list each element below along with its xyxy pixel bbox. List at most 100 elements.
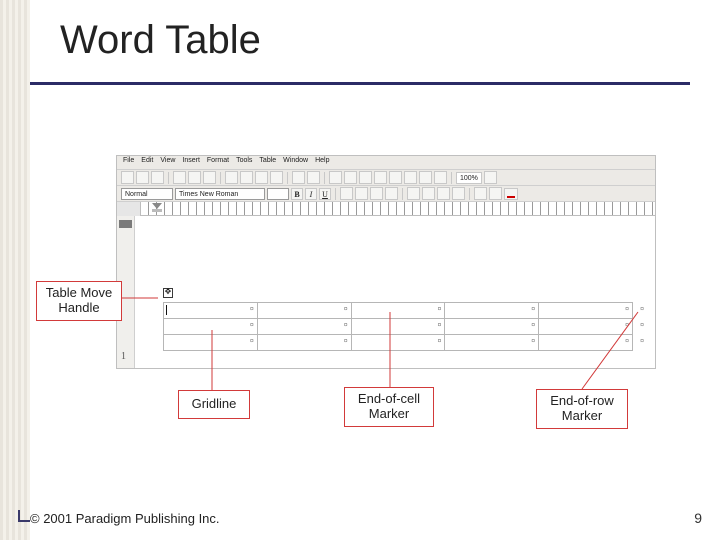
horizontal-ruler[interactable] xyxy=(117,202,655,216)
table-cell[interactable]: ¤¤ xyxy=(539,319,633,335)
table-row[interactable]: ¤ ¤ ¤ ¤ ¤¤ xyxy=(164,303,633,319)
title-rule xyxy=(30,82,690,85)
insert-table-icon[interactable] xyxy=(359,171,372,184)
paste-icon[interactable] xyxy=(255,171,268,184)
increase-indent-icon[interactable] xyxy=(452,187,465,200)
italic-button[interactable]: I xyxy=(305,188,317,200)
menu-help[interactable]: Help xyxy=(315,157,329,169)
table-row[interactable]: ¤ ¤ ¤ ¤ ¤¤ xyxy=(164,335,633,351)
show-hide-icon[interactable] xyxy=(434,171,447,184)
end-of-cell-marker-icon: ¤ xyxy=(250,338,254,345)
justify-icon[interactable] xyxy=(385,187,398,200)
table-cell[interactable]: ¤ xyxy=(351,335,445,351)
menu-insert[interactable]: Insert xyxy=(182,157,200,169)
end-of-cell-marker-icon: ¤ xyxy=(250,306,254,313)
font-dropdown[interactable]: Times New Roman xyxy=(175,188,265,200)
end-of-cell-marker-icon: ¤ xyxy=(531,338,535,345)
print-preview-icon[interactable] xyxy=(188,171,201,184)
table-cell[interactable]: ¤ xyxy=(445,303,539,319)
toolbar-sep xyxy=(402,188,403,200)
callout-end-of-row: End-of-row Marker xyxy=(536,389,628,429)
highlight-icon[interactable] xyxy=(489,187,502,200)
style-dropdown[interactable]: Normal xyxy=(121,188,173,200)
table-cell[interactable]: ¤ xyxy=(164,335,258,351)
menu-table[interactable]: Table xyxy=(259,157,276,169)
decrease-indent-icon[interactable] xyxy=(437,187,450,200)
undo-icon[interactable] xyxy=(292,171,305,184)
redo-icon[interactable] xyxy=(307,171,320,184)
table-cell[interactable]: ¤ xyxy=(257,319,351,335)
page: ¤ ¤ ¤ ¤ ¤¤ ¤ ¤ ¤ ¤ ¤¤ ¤ ¤ ¤ ¤ xyxy=(135,216,655,368)
table-cell[interactable]: ¤ xyxy=(351,303,445,319)
word-table[interactable]: ¤ ¤ ¤ ¤ ¤¤ ¤ ¤ ¤ ¤ ¤¤ ¤ ¤ ¤ ¤ xyxy=(163,302,633,351)
indent-marker-icon[interactable] xyxy=(152,203,162,211)
tables-borders-icon[interactable] xyxy=(344,171,357,184)
table-cell[interactable]: ¤ xyxy=(351,319,445,335)
end-of-cell-marker-icon: ¤ xyxy=(625,306,629,313)
open-icon[interactable] xyxy=(136,171,149,184)
toolbar-sep xyxy=(451,172,452,184)
new-doc-icon[interactable] xyxy=(121,171,134,184)
menu-file[interactable]: File xyxy=(123,157,134,169)
ruler-corner xyxy=(117,202,141,216)
drawing-icon[interactable] xyxy=(404,171,417,184)
table-cell[interactable]: ¤¤ xyxy=(539,335,633,351)
format-painter-icon[interactable] xyxy=(270,171,283,184)
borders-icon[interactable] xyxy=(474,187,487,200)
word-screenshot: File Edit View Insert Format Tools Table… xyxy=(116,155,656,369)
table-cell[interactable]: ¤ xyxy=(164,303,258,319)
spellcheck-icon[interactable] xyxy=(203,171,216,184)
toolbar-sep xyxy=(220,172,221,184)
end-of-cell-marker-icon: ¤ xyxy=(250,322,254,329)
table-cell[interactable]: ¤ xyxy=(257,303,351,319)
align-right-icon[interactable] xyxy=(370,187,383,200)
end-of-cell-marker-icon: ¤ xyxy=(437,306,441,313)
bullets-icon[interactable] xyxy=(422,187,435,200)
doc-map-icon[interactable] xyxy=(419,171,432,184)
columns-icon[interactable] xyxy=(389,171,402,184)
table-cell[interactable]: ¤¤ xyxy=(539,303,633,319)
standard-toolbar: 100% xyxy=(117,170,655,186)
menu-edit[interactable]: Edit xyxy=(141,157,153,169)
save-icon[interactable] xyxy=(151,171,164,184)
end-of-cell-marker-icon: ¤ xyxy=(531,306,535,313)
ruler-margin-marker xyxy=(119,220,132,228)
end-of-cell-marker-icon: ¤ xyxy=(437,322,441,329)
table-cell[interactable]: ¤ xyxy=(445,319,539,335)
page-number: 9 xyxy=(694,510,702,526)
end-of-cell-marker-icon: ¤ xyxy=(344,322,348,329)
excel-icon[interactable] xyxy=(374,171,387,184)
table-cell[interactable]: ¤ xyxy=(445,335,539,351)
document-area: 1 ¤ ¤ ¤ ¤ ¤¤ ¤ ¤ ¤ ¤ ¤¤ xyxy=(117,216,655,368)
align-left-icon[interactable] xyxy=(340,187,353,200)
cut-icon[interactable] xyxy=(225,171,238,184)
hyperlink-icon[interactable] xyxy=(329,171,342,184)
font-color-icon[interactable] xyxy=(504,188,518,200)
numbering-icon[interactable] xyxy=(407,187,420,200)
ruler-ticks xyxy=(141,202,655,215)
table-cell[interactable]: ¤ xyxy=(257,335,351,351)
help-icon[interactable] xyxy=(484,171,497,184)
menu-view[interactable]: View xyxy=(160,157,175,169)
menu-window[interactable]: Window xyxy=(283,157,308,169)
copy-icon[interactable] xyxy=(240,171,253,184)
slide-left-stripe xyxy=(0,0,30,540)
table-cell[interactable]: ¤ xyxy=(164,319,258,335)
menu-format[interactable]: Format xyxy=(207,157,229,169)
print-icon[interactable] xyxy=(173,171,186,184)
table-move-handle-icon[interactable] xyxy=(163,288,173,298)
table-row[interactable]: ¤ ¤ ¤ ¤ ¤¤ xyxy=(164,319,633,335)
toolbar-sep xyxy=(324,172,325,184)
align-center-icon[interactable] xyxy=(355,187,368,200)
bold-button[interactable]: B xyxy=(291,188,303,200)
end-of-cell-marker-icon: ¤ xyxy=(344,306,348,313)
toolbar-sep xyxy=(335,188,336,200)
end-of-row-marker-icon: ¤ xyxy=(640,322,644,329)
copyright-text: © 2001 Paradigm Publishing Inc. xyxy=(30,511,220,526)
zoom-dropdown[interactable]: 100% xyxy=(456,172,482,184)
menu-tools[interactable]: Tools xyxy=(236,157,252,169)
font-size-dropdown[interactable] xyxy=(267,188,289,200)
ruler-number: 1 xyxy=(121,351,126,362)
toolbar-sep xyxy=(469,188,470,200)
underline-button[interactable]: U xyxy=(319,188,331,200)
